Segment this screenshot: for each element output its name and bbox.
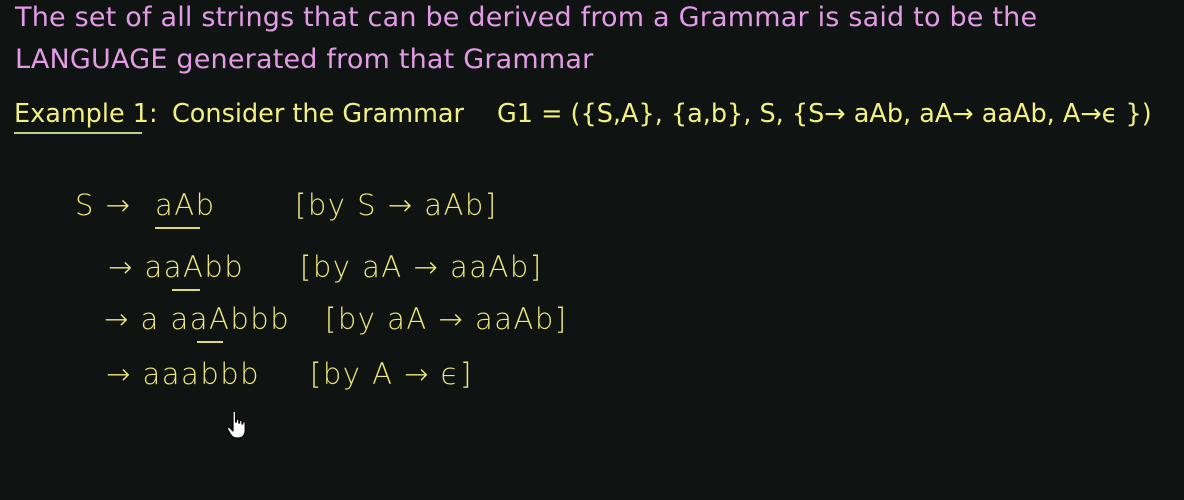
derivation-result: → aaAbb [108,250,245,284]
derivation-reason: [by aA → aaAb] [325,302,568,336]
derivation-reason: [by aA → aaAb] [300,250,543,284]
example-label-underline [14,132,142,134]
derivation-reason: [by S → aAb] [295,188,498,222]
derivation-underline [197,341,223,343]
hand-pointer-cursor-icon [226,410,246,439]
derivation-underline [172,289,200,291]
example-text: Consider the Grammar [172,99,465,129]
example-label: Example 1: [14,99,158,134]
definition-line-1: The set of all strings that can be deriv… [15,2,1038,33]
example-label-text: Example 1: [14,99,158,129]
derivation-result: → a aaAbbb [104,302,291,336]
grammar-definition: G1 = ({S,A}, {a,b}, S, {S→ aAb, aA→ aaAb… [497,99,1152,129]
derivation-reason: [by A → ϵ] [310,357,473,391]
derivation-result: aAb [155,188,216,222]
derivation-underline [155,227,200,229]
derivation-result: → aaabbb [106,357,261,391]
derivation-start-symbol: S → [75,188,132,222]
definition-line-2: LANGUAGE generated from that Grammar [15,44,594,75]
